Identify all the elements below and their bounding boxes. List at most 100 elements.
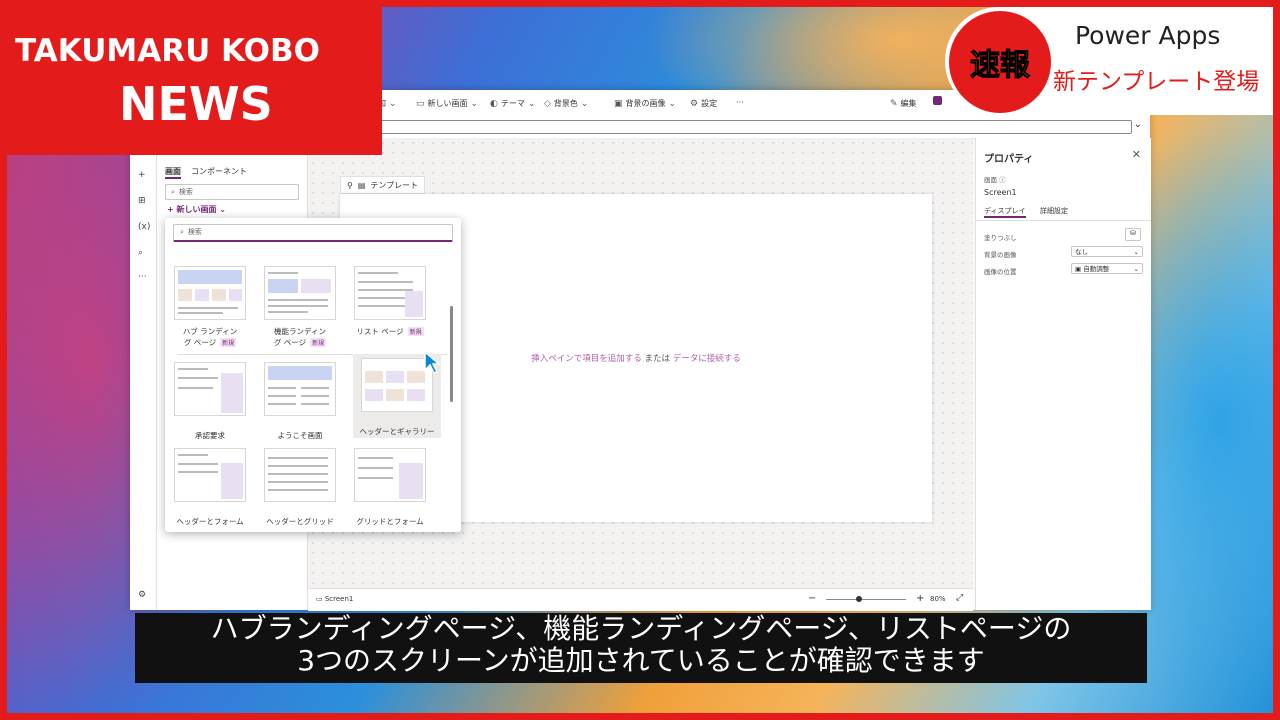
zoom-slider[interactable] bbox=[826, 599, 906, 600]
status-bar: ▭ Screen1 − + 80% ⤢ bbox=[308, 588, 973, 611]
gear-icon[interactable]: ⚙ bbox=[138, 590, 146, 600]
zoom-level: 80% bbox=[930, 595, 946, 603]
new-screen-button[interactable]: + 新しい画面 ⌄ bbox=[167, 204, 226, 215]
fill-picker[interactable]: ⛁ bbox=[1125, 228, 1141, 241]
zoom-out-button[interactable]: − bbox=[808, 593, 816, 604]
paint-bucket-icon: ⛁ bbox=[1130, 229, 1136, 237]
subtitle-caption: ハブランディングページ、機能ランディングページ、リストページの 3つのスクリーン… bbox=[135, 613, 1147, 683]
new-badge: 新規 bbox=[310, 338, 327, 347]
image-icon: ▣ bbox=[1075, 265, 1082, 273]
hint-or: または bbox=[641, 354, 673, 364]
properties-section: 画面 ⓘ bbox=[984, 174, 1006, 184]
tab-components[interactable]: コンポーネント bbox=[191, 166, 247, 179]
status-screen-name: Screen1 bbox=[324, 595, 354, 603]
toolbar-edit[interactable]: ✎ 編集 bbox=[890, 98, 917, 109]
product-name: Power Apps bbox=[1075, 21, 1221, 50]
template-feature-landing[interactable]: 機能ランディン グ ページ 新規 bbox=[257, 262, 343, 352]
connect-data-link[interactable]: データに接続する bbox=[673, 354, 741, 364]
template-thumbnail bbox=[174, 362, 246, 416]
toolbar-settings[interactable]: ⚙ 設定 bbox=[690, 98, 717, 109]
data-icon[interactable]: ⊞ bbox=[138, 196, 146, 206]
help-icon[interactable]: ⓘ bbox=[999, 176, 1006, 184]
bg-image-select[interactable]: なし ⌄ bbox=[1071, 246, 1143, 257]
image-position-select[interactable]: ▣ 自動調整 ⌄ bbox=[1071, 263, 1143, 274]
chevron-down-icon: ⌄ bbox=[1133, 248, 1139, 256]
template-list-page[interactable]: リスト ページ 新規 bbox=[347, 262, 433, 352]
template-header-form[interactable]: ヘッダーとフォーム bbox=[167, 444, 253, 534]
toolbar-edit-label: 編集 bbox=[900, 99, 917, 108]
bg-image-value: なし bbox=[1075, 248, 1088, 256]
fill-label: 塗りつぶし bbox=[984, 234, 1017, 242]
template-button[interactable]: ⚲ ▤ テンプレート bbox=[340, 176, 426, 194]
tab-screens[interactable]: 画面 bbox=[165, 166, 181, 179]
zoom-in-button[interactable]: + bbox=[916, 593, 924, 604]
screen-name: Screen1 bbox=[984, 188, 1017, 197]
chevron-down-icon: ⌄ bbox=[389, 98, 397, 109]
new-badge: 新規 bbox=[407, 327, 424, 336]
image-position-value: 自動調整 bbox=[1083, 265, 1110, 273]
template-label: ようこそ画面 bbox=[277, 431, 323, 440]
toolbar-new-screen[interactable]: ▭ 新しい画面 ⌄ bbox=[416, 98, 478, 109]
left-rail: + ⊞ (x) ⌕ ··· ⚙ bbox=[130, 138, 157, 610]
image-icon: ▣ bbox=[614, 98, 623, 109]
gallery-search-input[interactable]: ⌕ 検索 bbox=[173, 224, 453, 242]
toolbar-theme-label: テーマ bbox=[500, 99, 525, 108]
search-icon: ⌕ bbox=[180, 228, 184, 236]
theme-icon: ◐ bbox=[490, 98, 498, 109]
insert-pane-link[interactable]: 挿入ペインで項目を追加する bbox=[531, 354, 642, 364]
channel-badge: TAKUMARU KOBO NEWS bbox=[7, 7, 382, 155]
channel-name: TAKUMARU KOBO bbox=[15, 33, 321, 69]
variables-icon[interactable]: (x) bbox=[138, 222, 150, 232]
gallery-scrollbar[interactable] bbox=[450, 306, 453, 402]
tab-advanced[interactable]: 詳細設定 bbox=[1040, 206, 1068, 216]
new-badge: 新規 bbox=[220, 338, 237, 347]
template-button-label: テンプレート bbox=[370, 180, 419, 190]
tab-display[interactable]: ディスプレイ bbox=[984, 206, 1026, 218]
template-welcome-screen[interactable]: ようこそ画面 bbox=[257, 358, 343, 448]
close-icon[interactable]: ✕ bbox=[1132, 148, 1141, 161]
insert-icon[interactable]: + bbox=[138, 170, 146, 180]
properties-title: プロパティ bbox=[984, 154, 1034, 165]
properties-section-label: 画面 bbox=[984, 176, 997, 184]
gallery-search-placeholder: 検索 bbox=[187, 228, 202, 236]
template-label-line2: グ ページ bbox=[273, 338, 307, 347]
fit-to-window-icon[interactable]: ⤢ bbox=[956, 593, 963, 603]
template-hub-landing[interactable]: ハブ ランディン グ ページ 新規 bbox=[167, 262, 253, 352]
chevron-down-icon: ⌄ bbox=[527, 98, 536, 109]
formula-input[interactable] bbox=[330, 120, 1132, 134]
breaking-news-banner: 速報 Power Apps 新テンプレート登場 bbox=[945, 7, 1273, 115]
toolbar-background-color[interactable]: ◇ 背景色 ⌄ bbox=[544, 98, 588, 109]
zoom-slider-thumb[interactable] bbox=[856, 596, 862, 602]
tree-search-input[interactable]: ⌕ 検索 bbox=[165, 184, 299, 200]
template-approval-request[interactable]: 承認要求 bbox=[167, 358, 253, 448]
tree-search-placeholder: 検索 bbox=[178, 188, 193, 196]
template-header-grid[interactable]: ヘッダーとグリッド bbox=[257, 444, 343, 534]
template-thumbnail bbox=[354, 266, 426, 320]
template-thumbnail bbox=[174, 448, 246, 502]
more-icon[interactable]: ··· bbox=[138, 272, 147, 282]
new-screen-label: 新しい画面 bbox=[176, 205, 217, 214]
search-icon: ⌕ bbox=[171, 188, 175, 196]
paint-icon: ◇ bbox=[544, 98, 551, 109]
toolbar-settings-label: 設定 bbox=[701, 99, 718, 108]
tree-tabs: 画面 コンポーネント bbox=[165, 166, 247, 179]
database-icon: ▤ bbox=[357, 180, 366, 190]
gear-icon: ⚙ bbox=[690, 98, 699, 109]
template-thumbnail bbox=[354, 448, 426, 502]
mouse-cursor-icon bbox=[424, 350, 441, 374]
toolbar-theme[interactable]: ◐ テーマ ⌄ bbox=[490, 98, 535, 109]
search-icon[interactable]: ⌕ bbox=[138, 248, 143, 258]
toolbar-background-image[interactable]: ▣ 背景の画像 ⌄ bbox=[614, 98, 676, 109]
toolbar-new-screen-label: 新しい画面 bbox=[427, 99, 468, 108]
image-position-label: 画像の位置 bbox=[984, 268, 1017, 276]
template-grid-form[interactable]: グリッドとフォーム bbox=[347, 444, 433, 534]
template-label: ヘッダーとグリッド bbox=[266, 517, 334, 526]
channel-news-label: NEWS bbox=[119, 77, 273, 131]
toolbar-more[interactable]: ··· bbox=[736, 98, 744, 107]
chevron-down-icon[interactable]: ⌄ bbox=[1134, 119, 1142, 130]
screen-selector[interactable]: ▭ Screen1 bbox=[316, 595, 353, 603]
template-label: ハブ ランディン bbox=[182, 327, 238, 336]
template-label: リスト ページ bbox=[356, 327, 404, 336]
headline: 新テンプレート登場 bbox=[1053, 69, 1260, 95]
copilot-button[interactable] bbox=[933, 96, 942, 105]
